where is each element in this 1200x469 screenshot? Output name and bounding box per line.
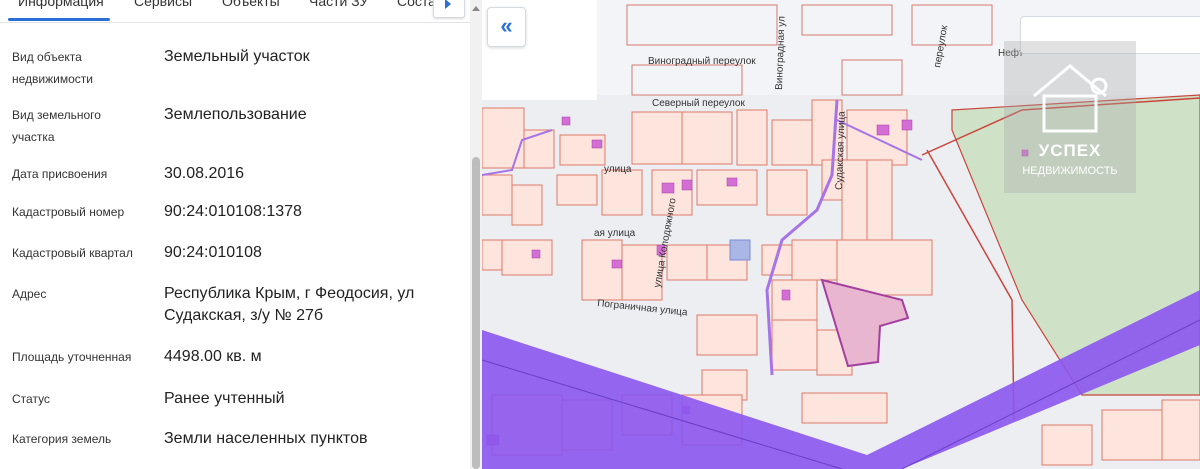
tab-composition[interactable]: Соста xyxy=(397,0,436,9)
info-value: Землепользование xyxy=(164,106,307,123)
scroll-up-icon[interactable] xyxy=(472,6,480,11)
tab-services[interactable]: Сервисы xyxy=(134,0,192,9)
info-label: Статус xyxy=(12,392,50,406)
info-label: Вид земельного участка xyxy=(12,108,101,144)
active-tab-indicator xyxy=(8,18,110,21)
info-label: Адрес xyxy=(12,287,47,301)
street-label: Виноградный переулок xyxy=(648,56,756,67)
info-value: 30.08.2016 xyxy=(164,165,245,182)
street-label: улица xyxy=(604,164,632,175)
info-value: Ранее учтенный xyxy=(164,390,285,407)
street-label: ая улица xyxy=(594,228,636,239)
collapse-panel-button[interactable]: « xyxy=(487,7,526,47)
info-value: 90:24:010108 xyxy=(164,244,262,261)
tab-objects[interactable]: Объекты xyxy=(222,0,280,9)
arrow-right-icon xyxy=(445,0,451,9)
tab-information[interactable]: Информация xyxy=(18,0,104,9)
info-value: 4498.00 кв. м xyxy=(164,348,262,365)
info-panel: Информация Сервисы Объекты Части ЗУ Сост… xyxy=(0,0,482,469)
info-value: Республика Крым, г Феодосия, ул Судакска… xyxy=(164,285,415,324)
info-value: Земельный участок xyxy=(164,48,310,65)
watermark: УСПЕХ НЕДВИЖИМОСТЬ xyxy=(1004,41,1136,193)
watermark-subtitle: НЕДВИЖИМОСТЬ xyxy=(1022,165,1118,177)
house-icon xyxy=(1033,64,1108,133)
info-value: 90:24:010108:1378 xyxy=(164,203,302,220)
street-label: Северный переулок xyxy=(652,98,745,109)
info-label: Площадь уточненная xyxy=(12,350,132,364)
info-label: Кадастровый квартал xyxy=(12,246,133,260)
tab-bar: Информация Сервисы Объекты Части ЗУ Сост… xyxy=(0,0,470,23)
info-label: Вид объекта недвижимости xyxy=(12,50,93,86)
watermark-title: УСПЕХ xyxy=(1038,141,1102,160)
info-label: Дата присвоения xyxy=(12,167,108,181)
tab-scroll-right-button[interactable] xyxy=(433,0,465,18)
tab-parts[interactable]: Части ЗУ xyxy=(309,0,368,9)
info-label: Кадастровый номер xyxy=(12,205,125,219)
info-label: Категория земель xyxy=(12,432,112,446)
info-value: Земли населенных пунктов xyxy=(164,430,368,447)
scrollbar-thumb[interactable] xyxy=(472,157,480,469)
double-chevron-left-icon: « xyxy=(500,13,513,38)
